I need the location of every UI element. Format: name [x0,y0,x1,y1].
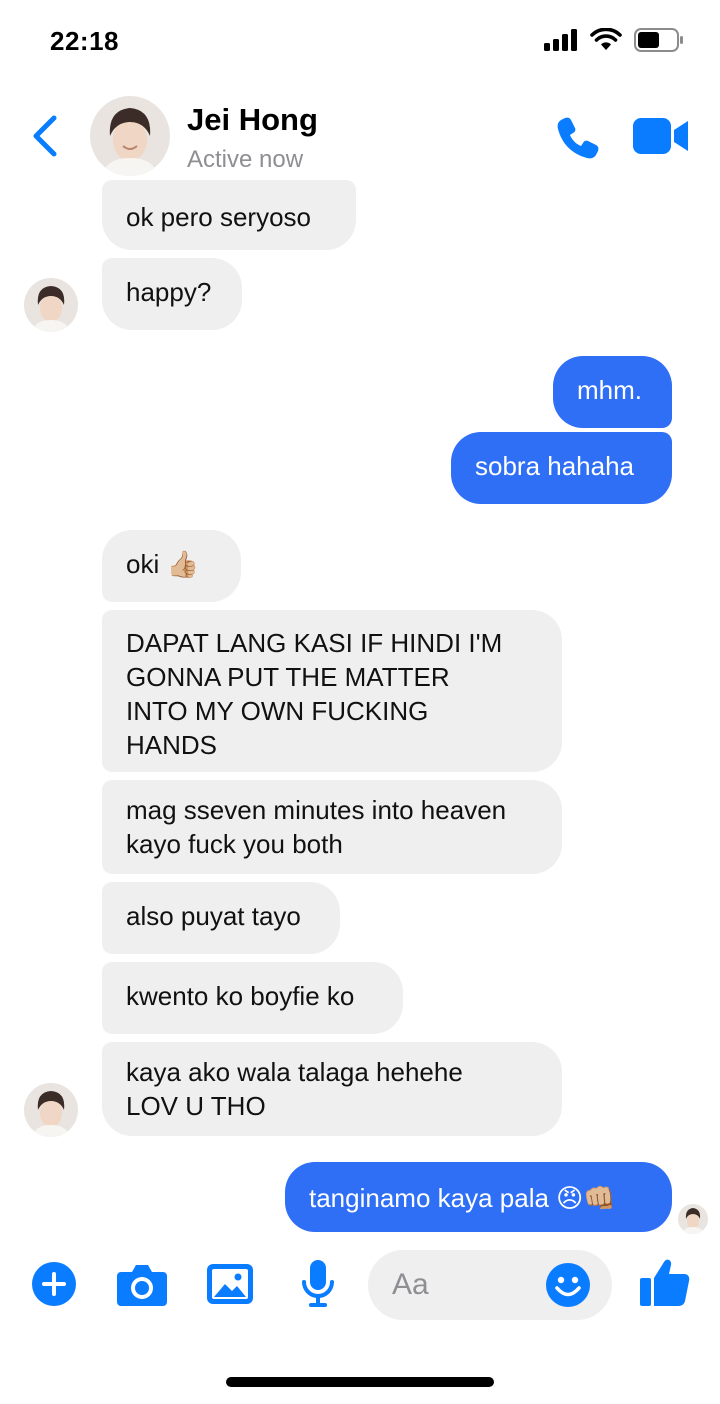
contact-avatar-small[interactable] [24,1083,78,1137]
message-line: HANDS [126,730,218,760]
message-bubble-incoming[interactable]: happy? [102,258,242,330]
message-bubble-outgoing[interactable]: mhm. [553,356,672,428]
message-bubble-incoming[interactable]: kaya ako wala talaga hehehe LOV U THO [102,1042,562,1136]
camera-icon[interactable] [117,1262,167,1306]
message-bubble-incoming[interactable]: DAPAT LANG KASI IF HINDI I'M GONNA PUT T… [102,610,562,772]
messenger-screen: 22:18 Jei Hong Active now ok pero seryos… [0,0,720,1404]
message-bubble-outgoing[interactable]: sobra hahaha [451,432,672,504]
message-bubble-incoming[interactable]: also puyat tayo [102,882,340,954]
contact-name[interactable]: Jei Hong [187,102,318,138]
message-line: kayo fuck you both [126,829,343,859]
plus-circle-icon[interactable] [32,1262,76,1306]
home-indicator[interactable] [226,1377,494,1387]
battery-icon [634,28,683,52]
cellular-signal-icon [544,29,577,51]
chat-header: Jei Hong Active now [0,86,720,186]
message-input-placeholder: Aa [392,1268,429,1301]
message-line: mag sseven minutes into heaven [126,795,507,825]
status-icons [544,28,684,52]
message-line: LOV U THO [126,1091,266,1121]
seen-receipt-avatar [678,1204,708,1234]
composer-bar: Aa [0,1248,720,1328]
phone-icon[interactable] [556,114,602,160]
emoji-icon[interactable] [546,1263,590,1307]
back-chevron-icon[interactable] [26,112,66,160]
message-line: GONNA PUT THE MATTER [126,662,450,692]
message-bubble-incoming[interactable]: oki 👍🏼 [102,530,241,602]
video-call-icon[interactable] [633,116,689,156]
microphone-icon[interactable] [301,1260,335,1308]
thumbs-up-icon[interactable] [640,1256,690,1308]
photo-icon[interactable] [207,1264,253,1304]
message-bubble-outgoing[interactable]: tanginamo kaya pala 😠👊🏼 [285,1162,672,1232]
wifi-icon [590,28,622,50]
message-line: kaya ako wala talaga hehehe [126,1057,463,1087]
message-bubble-incoming[interactable]: kwento ko boyfie ko [102,962,403,1034]
message-input[interactable]: Aa [368,1250,612,1320]
message-bubble-incoming[interactable]: mag sseven minutes into heaven kayo fuck… [102,780,562,874]
status-bar: 22:18 [0,0,720,84]
status-time: 22:18 [50,26,119,56]
contact-avatar-small[interactable] [24,278,78,332]
contact-avatar[interactable] [90,96,170,176]
message-line: DAPAT LANG KASI IF HINDI I'M [126,628,503,658]
message-bubble-incoming[interactable]: ok pero seryoso [102,180,356,250]
message-line: INTO MY OWN FUCKING [126,696,429,726]
contact-status: Active now [187,146,304,173]
